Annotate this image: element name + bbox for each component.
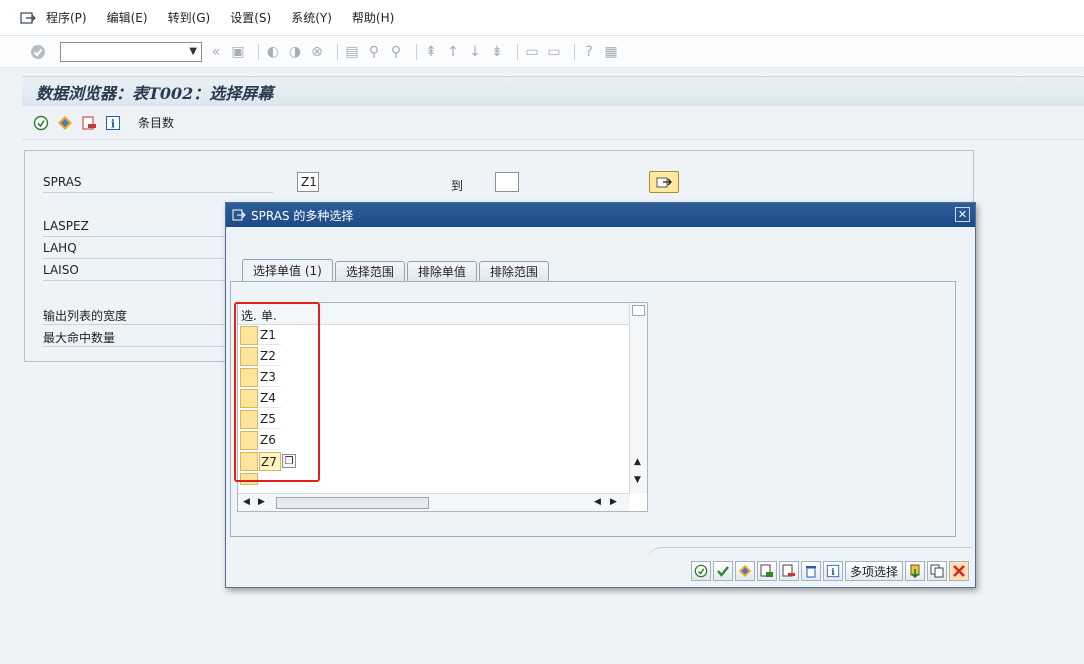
- menu-bar: 程序(P) 编辑(E) 转到(G) 设置(S) 系统(Y) 帮助(H): [0, 0, 1084, 36]
- separator: [258, 43, 259, 60]
- screen-title-bar: 数据浏览器：表T002：选择屏幕: [22, 76, 1084, 106]
- last-page-icon[interactable]: ⇟: [489, 44, 505, 60]
- field-label: SPRAS: [43, 175, 82, 189]
- dialog-button-bar: i 多项选择: [689, 561, 969, 581]
- help-icon[interactable]: ?: [581, 44, 597, 60]
- separator: [517, 43, 518, 60]
- next-page-icon[interactable]: ↓: [467, 44, 483, 60]
- chevron-down-icon[interactable]: ▼: [189, 46, 197, 57]
- find-next-icon[interactable]: ⚲: [388, 44, 404, 60]
- scroll-thumb[interactable]: [276, 497, 429, 509]
- tab-exclude-range[interactable]: 排除范围: [478, 261, 549, 281]
- field-label: LASPEZ: [43, 219, 89, 233]
- info-icon[interactable]: i: [822, 561, 843, 581]
- tab-panel: 选. 单. Z1 Z2 Z3 Z4 Z5 Z6 Z7 ❐ ▲ ▼ ◀ ▶ ◀ ▶: [230, 281, 956, 537]
- import-clipboard-icon[interactable]: [905, 561, 925, 581]
- entry-count-button[interactable]: 条目数: [138, 114, 174, 131]
- multiple-selection-button[interactable]: [649, 171, 679, 193]
- scroll-left-icon[interactable]: ◀: [594, 497, 601, 507]
- prev-page-icon[interactable]: ↑: [445, 44, 461, 60]
- copy-icon[interactable]: [927, 561, 947, 581]
- field-row-spras: SPRAS: [43, 175, 273, 193]
- delete-selection-icon[interactable]: [80, 114, 98, 132]
- new-session-icon[interactable]: ▭: [524, 44, 540, 60]
- first-page-icon[interactable]: ⇞: [423, 44, 439, 60]
- tab-select-range[interactable]: 选择范围: [334, 261, 405, 281]
- page-title: 数据浏览器：表T002：选择屏幕: [36, 83, 274, 103]
- enter-icon[interactable]: [30, 44, 46, 60]
- layout-icon[interactable]: ▦: [603, 44, 619, 60]
- tab-strip: 选择单值 (1) 选择范围 排除单值 排除范围: [242, 259, 551, 281]
- multi-select-button[interactable]: 多项选择: [844, 561, 903, 581]
- highlight-box: [234, 302, 320, 482]
- dialog-title-bar: SPRAS 的多种选择 ✕: [226, 203, 975, 227]
- tab-select-single[interactable]: 选择单值 (1): [242, 259, 333, 281]
- dialog-window-icon: [232, 209, 246, 221]
- cancel-icon[interactable]: ⊗: [309, 44, 325, 60]
- standard-toolbar: ▼ « ▣ ◐ ◑ ⊗ ▤ ⚲ ⚲ ⇞ ↑ ↓ ⇟ ▭ ▭ ? ▦: [0, 36, 1084, 68]
- cancel-icon[interactable]: [949, 561, 969, 581]
- multiple-selection-dialog: SPRAS 的多种选择 ✕ 选择单值 (1) 选择范围 排除单值 排除范围 选.…: [225, 202, 976, 588]
- scroll-right-icon[interactable]: ▶: [610, 497, 617, 507]
- svg-text:i: i: [831, 567, 835, 578]
- svg-text:i: i: [111, 117, 115, 130]
- field-label: 最大命中数量: [43, 331, 116, 345]
- menu-help[interactable]: 帮助(H): [352, 9, 394, 26]
- back-icon[interactable]: ◐: [265, 44, 281, 60]
- scroll-left-icon[interactable]: ◀: [243, 497, 250, 507]
- to-label: 到: [451, 179, 464, 193]
- selection-options-icon[interactable]: [734, 561, 755, 581]
- field-label: LAISO: [43, 263, 79, 277]
- dialog-title: SPRAS 的多种选择: [251, 208, 354, 223]
- exit-green-icon[interactable]: ◑: [287, 44, 303, 60]
- scroll-down-icon[interactable]: ▼: [634, 475, 641, 485]
- execute-icon[interactable]: [690, 561, 711, 581]
- scroll-up-icon[interactable]: ▲: [634, 457, 641, 467]
- double-left-icon[interactable]: «: [208, 44, 224, 60]
- insert-row-icon[interactable]: [756, 561, 777, 581]
- close-icon[interactable]: ✕: [955, 207, 970, 222]
- checkmark-icon[interactable]: [712, 561, 733, 581]
- menu-goto[interactable]: 转到(G): [168, 9, 211, 26]
- menu-edit[interactable]: 编辑(E): [107, 9, 148, 26]
- menu-program[interactable]: 程序(P): [46, 9, 87, 26]
- separator: [574, 43, 575, 60]
- scroll-right-icon[interactable]: ▶: [258, 497, 265, 507]
- spras-low-input[interactable]: Z1: [297, 172, 319, 192]
- menu-settings[interactable]: 设置(S): [230, 9, 271, 26]
- horizontal-scrollbar[interactable]: ◀ ▶ ◀ ▶: [238, 493, 630, 511]
- info-icon[interactable]: i: [104, 114, 122, 132]
- application-toolbar: i 条目数: [22, 106, 1084, 140]
- save-icon[interactable]: ▣: [230, 44, 246, 60]
- execute-icon[interactable]: [32, 114, 50, 132]
- shortcut-icon[interactable]: ▭: [546, 44, 562, 60]
- field-label: 输出列表的宽度: [43, 309, 128, 323]
- find-icon[interactable]: ⚲: [366, 44, 382, 60]
- tab-exclude-single[interactable]: 排除单值: [406, 261, 477, 281]
- command-field[interactable]: ▼: [60, 41, 202, 62]
- spras-high-input[interactable]: [495, 172, 519, 192]
- selection-options-icon[interactable]: [56, 114, 74, 132]
- menu-system[interactable]: 系统(Y): [291, 9, 332, 26]
- delete-row-icon[interactable]: [778, 561, 799, 581]
- field-label: LAHQ: [43, 241, 77, 255]
- vertical-scrollbar[interactable]: ▲ ▼: [629, 303, 647, 493]
- separator: [337, 43, 338, 60]
- trash-icon[interactable]: [800, 561, 821, 581]
- scroll-thumb[interactable]: [632, 305, 645, 316]
- exit-icon[interactable]: [20, 11, 36, 25]
- print-icon[interactable]: ▤: [344, 44, 360, 60]
- separator: [416, 43, 417, 60]
